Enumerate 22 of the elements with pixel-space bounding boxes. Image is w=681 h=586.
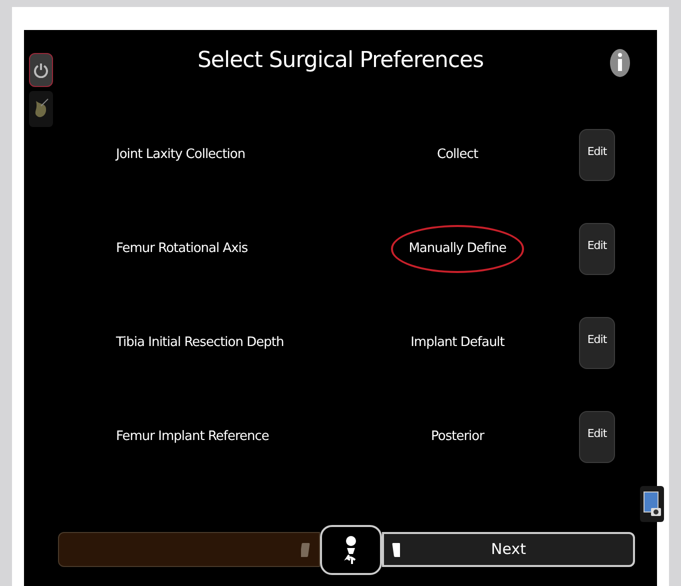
info-icon[interactable] bbox=[609, 48, 631, 78]
preference-label: Joint Laxity Collection bbox=[116, 146, 246, 164]
preference-value: Collect bbox=[437, 146, 478, 164]
preference-label: Femur Implant Reference bbox=[116, 428, 270, 446]
screen-title: Select Surgical Preferences bbox=[197, 47, 484, 75]
screenshot-icon[interactable] bbox=[640, 486, 664, 522]
user-return-icon bbox=[343, 534, 359, 566]
edit-button[interactable]: Edit bbox=[579, 129, 615, 181]
preference-value: Manually Define bbox=[390, 225, 524, 273]
preference-label: Femur Rotational Axis bbox=[116, 240, 249, 258]
next-button[interactable]: Next bbox=[382, 532, 635, 567]
tab-icon bbox=[301, 542, 311, 558]
preference-label: Tibia Initial Resection Depth bbox=[116, 334, 285, 352]
tab-icon bbox=[390, 542, 400, 558]
edit-button[interactable]: Edit bbox=[579, 223, 615, 275]
power-icon bbox=[33, 62, 49, 78]
user-return-button[interactable] bbox=[320, 524, 382, 574]
preference-value: Posterior bbox=[431, 428, 484, 446]
power-button[interactable] bbox=[29, 53, 53, 87]
edit-button[interactable]: Edit bbox=[579, 411, 615, 463]
edit-button[interactable]: Edit bbox=[579, 317, 615, 369]
preference-value: Implant Default bbox=[410, 334, 504, 352]
